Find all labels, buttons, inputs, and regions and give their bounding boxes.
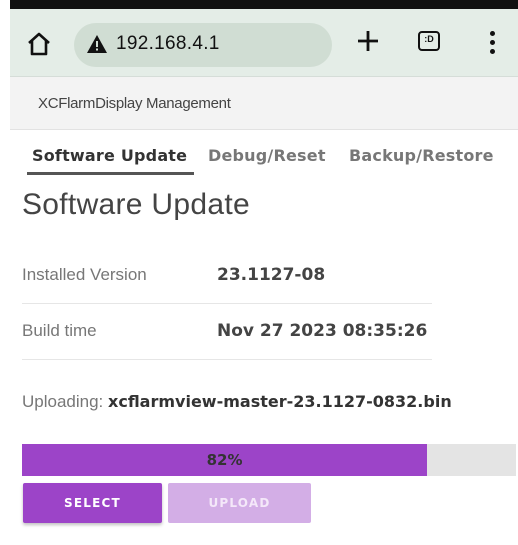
build-time-row: Build time Nov 27 2023 08:35:26	[22, 304, 432, 360]
app-title: XCFlarmDisplay Management	[38, 95, 231, 112]
tab-software-update[interactable]: Software Update	[32, 146, 187, 165]
device-frame-top	[0, 0, 518, 9]
row-divider	[22, 359, 432, 360]
tab-switcher-icon[interactable]: :D	[418, 31, 444, 53]
build-time-label: Build time	[22, 321, 97, 340]
upload-status-label: Uploading:	[22, 392, 104, 411]
app-header: XCFlarmDisplay Management	[10, 77, 518, 130]
home-icon[interactable]	[26, 31, 52, 57]
active-tab-indicator	[27, 172, 194, 175]
not-secure-warning-icon[interactable]	[86, 34, 108, 54]
installed-version-label: Installed Version	[22, 265, 147, 284]
installed-version-row: Installed Version 23.1127-08	[22, 248, 432, 304]
address-bar[interactable]: 192.168.4.1	[74, 23, 332, 67]
upload-button[interactable]: UPLOAD	[168, 483, 311, 523]
browser-toolbar: 192.168.4.1 :D	[10, 9, 518, 77]
upload-filename: xcflarmview-master-23.1127-0832.bin	[108, 392, 452, 411]
plus-icon[interactable]	[356, 29, 380, 53]
upload-status: Uploading: xcflarmview-master-23.1127-08…	[22, 392, 452, 412]
select-button[interactable]: SELECT	[23, 483, 162, 523]
tab-count: :D	[424, 34, 434, 44]
build-time-value: Nov 27 2023 08:35:26	[217, 321, 428, 341]
tab-backup-restore[interactable]: Backup/Restore	[349, 146, 494, 165]
page-title: Software Update	[22, 188, 250, 221]
upload-progress-label: 82%	[206, 451, 243, 469]
upload-progress-bar: 82%	[22, 444, 516, 476]
url-text[interactable]: 192.168.4.1	[116, 33, 220, 55]
device-frame-left	[0, 0, 10, 545]
tab-debug-reset[interactable]: Debug/Reset	[208, 146, 326, 165]
installed-version-value: 23.1127-08	[217, 265, 326, 285]
more-vert-icon[interactable]	[488, 31, 496, 57]
